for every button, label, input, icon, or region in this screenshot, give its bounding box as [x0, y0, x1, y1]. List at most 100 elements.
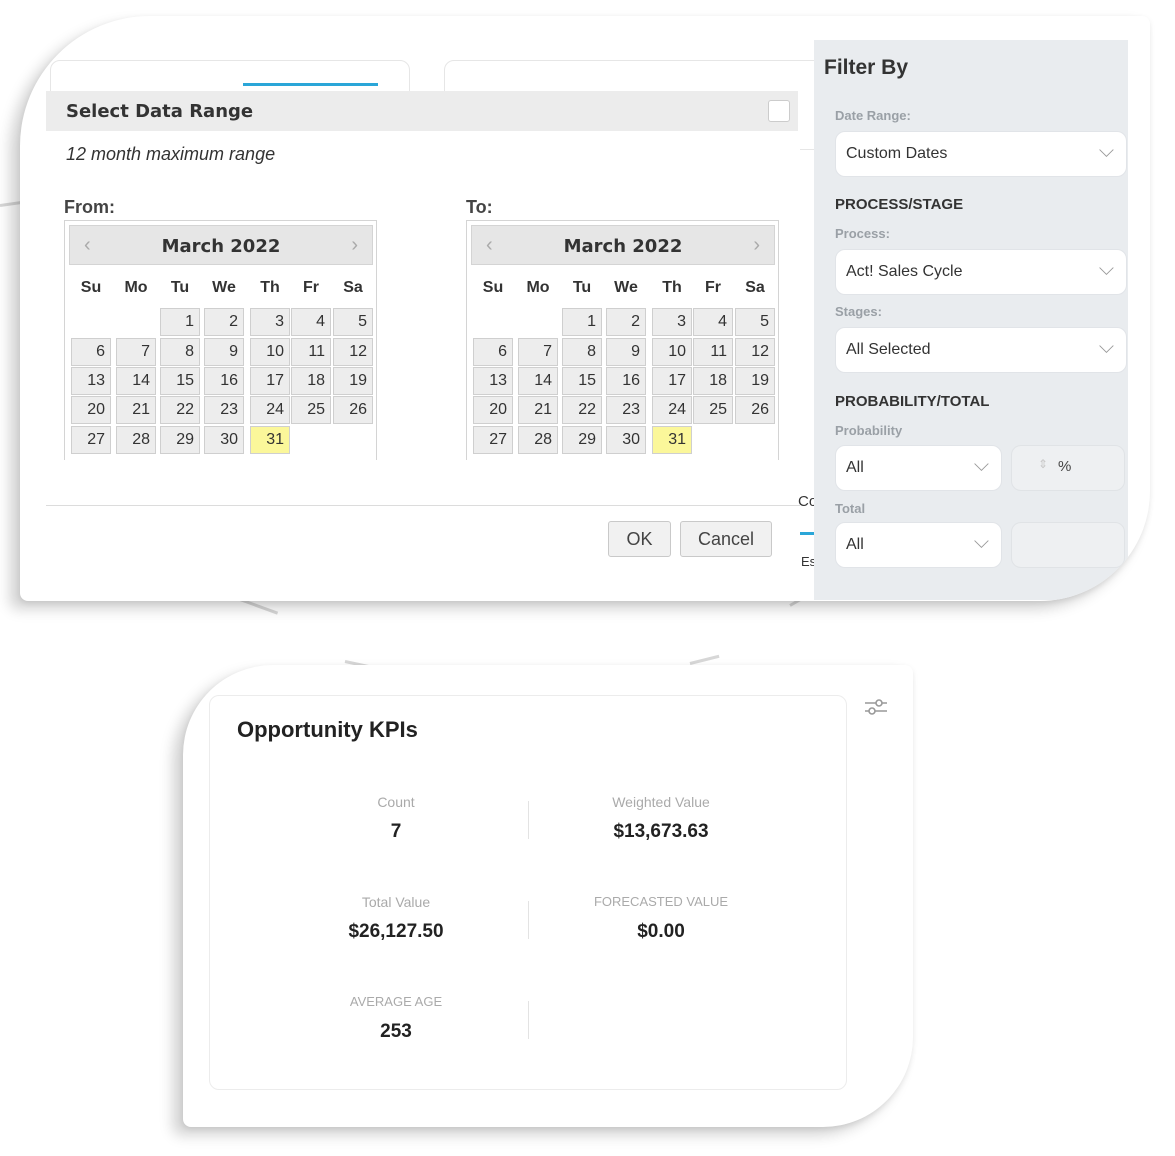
chevron-right-icon[interactable]: ›: [753, 234, 760, 257]
kpi-separator: [528, 801, 529, 839]
calendar-day[interactable]: 8: [562, 338, 602, 366]
calendar-day[interactable]: 28: [518, 426, 558, 454]
calendar-day[interactable]: 30: [204, 426, 244, 454]
calendar-day[interactable]: 26: [735, 396, 775, 424]
calendar-day[interactable]: 22: [562, 396, 602, 424]
calendar-day[interactable]: 18: [291, 367, 331, 395]
calendar-day[interactable]: 14: [518, 367, 558, 395]
calendar-day[interactable]: 20: [71, 396, 111, 424]
weekday-header: Sa: [343, 279, 363, 296]
calendar-day[interactable]: 19: [333, 367, 373, 395]
calendar-day[interactable]: 29: [160, 426, 200, 454]
calendar-day[interactable]: 22: [160, 396, 200, 424]
total-amount-input[interactable]: [1011, 522, 1125, 568]
percent-symbol: %: [1058, 458, 1072, 475]
calendar-day[interactable]: 2: [204, 308, 244, 336]
average-age-value: 253: [380, 1021, 412, 1042]
calendar-day[interactable]: 11: [693, 338, 733, 366]
weekday-header: Sa: [745, 279, 765, 296]
calendar-day[interactable]: 16: [204, 367, 244, 395]
weekday-header: Mo: [526, 279, 550, 296]
calendar-day[interactable]: 26: [333, 396, 373, 424]
calendar-day[interactable]: 7: [518, 338, 558, 366]
calendar-day[interactable]: 18: [693, 367, 733, 395]
range-hint: 12 month maximum range: [66, 144, 276, 164]
stages-select[interactable]: All Selected ⌵: [835, 327, 1127, 373]
calendar-day[interactable]: 9: [204, 338, 244, 366]
calendar-day[interactable]: 30: [606, 426, 646, 454]
calendar-day[interactable]: 10: [250, 338, 290, 366]
date-range-screenshot: Select Data Range 12 month maximum range…: [20, 16, 1150, 601]
calendar-day[interactable]: 4: [291, 308, 331, 336]
date-range-label: Date Range:: [835, 108, 911, 123]
filter-panel: Filter By Date Range: Custom Dates ⌵ PRO…: [814, 40, 1128, 600]
from-label: From:: [64, 197, 115, 217]
close-button[interactable]: [768, 100, 790, 122]
calendar-day[interactable]: 12: [735, 338, 775, 366]
calendar-day[interactable]: 17: [250, 367, 290, 395]
probability-percent-input[interactable]: ⇕ %: [1011, 445, 1125, 491]
calendar-day[interactable]: 31: [652, 426, 692, 454]
forecasted-value: $0.00: [637, 921, 685, 942]
calendar-day[interactable]: 3: [652, 308, 692, 336]
calendar-day[interactable]: 21: [518, 396, 558, 424]
calendar-day[interactable]: 13: [71, 367, 111, 395]
stepper-icon[interactable]: ⇕: [1038, 457, 1048, 471]
calendar-day[interactable]: 1: [562, 308, 602, 336]
calendar-day[interactable]: 5: [735, 308, 775, 336]
calendar-day[interactable]: 25: [291, 396, 331, 424]
calendar-day[interactable]: 15: [160, 367, 200, 395]
count-label: Count: [377, 794, 415, 810]
calendar-day[interactable]: 31: [250, 426, 290, 454]
calendar-day[interactable]: 29: [562, 426, 602, 454]
calendar-day[interactable]: 24: [652, 396, 692, 424]
process-select[interactable]: Act! Sales Cycle ⌵: [835, 249, 1127, 295]
kpi-title: Opportunity KPIs: [237, 717, 418, 742]
calendar-day[interactable]: 27: [71, 426, 111, 454]
calendar-day[interactable]: 17: [652, 367, 692, 395]
probability-select[interactable]: All ⌵: [835, 445, 1002, 491]
calendar-day[interactable]: 15: [562, 367, 602, 395]
forecasted-value-label: FORECASTED VALUE: [593, 894, 729, 909]
calendar-day[interactable]: 1: [160, 308, 200, 336]
calendar-day[interactable]: 13: [473, 367, 513, 395]
calendar-day[interactable]: 14: [116, 367, 156, 395]
calendar-day[interactable]: 7: [116, 338, 156, 366]
calendar-day[interactable]: 3: [250, 308, 290, 336]
calendar-day[interactable]: 24: [250, 396, 290, 424]
stages-label: Stages:: [835, 304, 882, 319]
calendar-day[interactable]: 10: [652, 338, 692, 366]
probability-label: Probability: [835, 423, 903, 438]
process-label: Process:: [835, 226, 890, 241]
ok-button[interactable]: OK: [608, 521, 671, 557]
settings-sliders-icon[interactable]: [863, 695, 889, 719]
weekday-header: We: [212, 279, 236, 296]
date-range-select[interactable]: Custom Dates ⌵: [835, 131, 1127, 177]
total-select[interactable]: All ⌵: [835, 522, 1002, 568]
calendar-day[interactable]: 27: [473, 426, 513, 454]
calendar-day[interactable]: 21: [116, 396, 156, 424]
calendar-day[interactable]: 5: [333, 308, 373, 336]
calendar-day[interactable]: 23: [204, 396, 244, 424]
chevron-down-icon: ⌵: [973, 531, 989, 553]
cancel-button[interactable]: Cancel: [680, 521, 772, 557]
calendar-day[interactable]: 11: [291, 338, 331, 366]
chevron-right-icon[interactable]: ›: [351, 234, 358, 257]
calendar-day[interactable]: 23: [606, 396, 646, 424]
partial-tab-indicator: [800, 532, 814, 535]
calendar-day[interactable]: 6: [71, 338, 111, 366]
calendar-day[interactable]: 8: [160, 338, 200, 366]
calendar-day[interactable]: 28: [116, 426, 156, 454]
calendar-day[interactable]: 9: [606, 338, 646, 366]
calendar-day[interactable]: 2: [606, 308, 646, 336]
probability-value: All: [846, 459, 864, 476]
calendar-day[interactable]: 19: [735, 367, 775, 395]
calendar-day[interactable]: 16: [606, 367, 646, 395]
calendar-day[interactable]: 12: [333, 338, 373, 366]
calendar-day[interactable]: 6: [473, 338, 513, 366]
calendar-day[interactable]: 4: [693, 308, 733, 336]
calendar-day[interactable]: 25: [693, 396, 733, 424]
process-stage-heading: PROCESS/STAGE: [835, 196, 964, 213]
weighted-value: $13,673.63: [613, 821, 709, 842]
calendar-day[interactable]: 20: [473, 396, 513, 424]
